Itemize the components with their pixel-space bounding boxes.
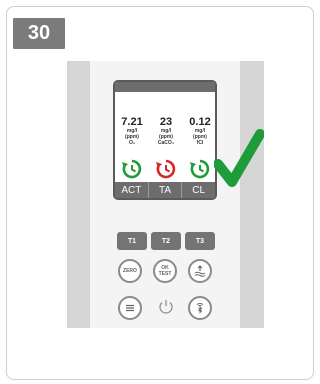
t1-button[interactable]: T1: [117, 232, 147, 250]
checkmark-icon: [214, 129, 264, 187]
screen-status-bar: [115, 82, 215, 92]
bluetooth-button[interactable]: [188, 296, 212, 320]
tab-cl[interactable]: CL: [182, 182, 215, 198]
reading-value: 7.21: [121, 116, 143, 128]
zero-button[interactable]: ZERO: [118, 259, 142, 283]
test-label: TEST: [158, 271, 172, 277]
tab-ta[interactable]: TA: [149, 182, 183, 198]
tab-act[interactable]: ACT: [115, 182, 149, 198]
reading-alkalinity: 23 mg/l (ppm) CaCO₃: [151, 116, 181, 146]
parameter-tab-bar: ACT TA CL: [115, 182, 215, 198]
menu-icon: [126, 304, 134, 312]
timer-icon: [156, 159, 176, 179]
power-button[interactable]: [156, 297, 176, 317]
reading-value: 23: [159, 116, 173, 128]
reading-oxygen: 7.21 mg/l (ppm) O₂: [117, 116, 147, 146]
timer-icon: [190, 159, 210, 179]
reading-chlorine: 0.12 mg/l (ppm) fCl: [185, 116, 215, 146]
reading-value: 0.12: [189, 116, 211, 128]
zero-label: ZERO: [123, 268, 137, 274]
reading-unit: CaCO₃: [157, 140, 175, 146]
timer-icon: [122, 159, 142, 179]
reading-unit: O₂: [128, 140, 136, 146]
t3-button[interactable]: T3: [185, 232, 215, 250]
ok-test-button[interactable]: OK TEST: [153, 259, 177, 283]
ok-test-label: OK TEST: [159, 265, 172, 277]
reading-unit: fCl: [196, 140, 204, 146]
step-number-badge: 30: [13, 18, 65, 49]
calibration-button[interactable]: [188, 259, 212, 283]
bluetooth-icon: [196, 303, 204, 314]
menu-button[interactable]: [118, 296, 142, 320]
t2-button[interactable]: T2: [151, 232, 181, 250]
calibration-icon: [194, 265, 206, 277]
device-screen: 7.21 mg/l (ppm) O₂ 23 mg/l (ppm) CaCO₃ 0…: [113, 80, 217, 200]
